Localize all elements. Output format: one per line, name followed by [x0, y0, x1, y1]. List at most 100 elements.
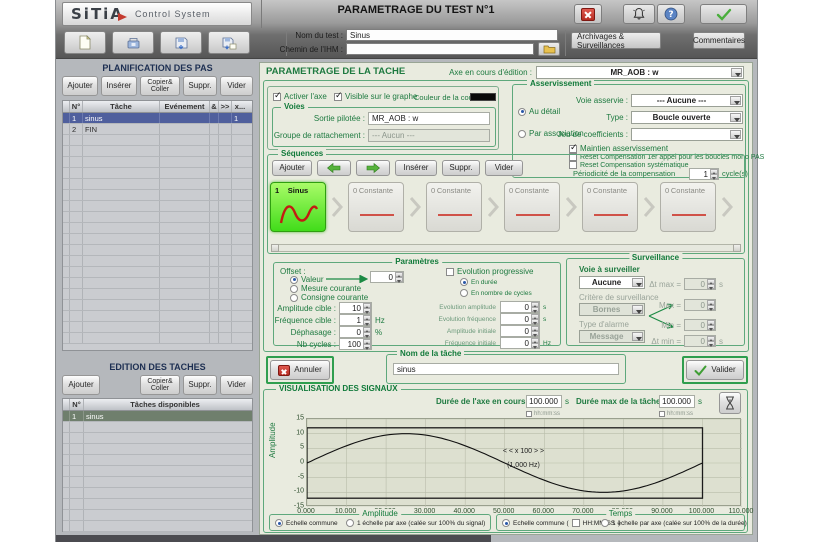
archivages-button[interactable]: Archivages & Surveillances [571, 32, 661, 49]
edition-ajouter-button[interactable]: Ajouter [62, 375, 100, 395]
table-row[interactable] [63, 223, 252, 234]
col-header-next[interactable]: >> [219, 101, 232, 112]
frequence-initiale-spinner[interactable]: 0 [500, 337, 540, 349]
en-nombre-cycles-radio[interactable] [460, 289, 468, 297]
sequence-card-constante[interactable]: 0 Constante [582, 182, 638, 232]
seq-suppr-button[interactable]: Suppr. [442, 160, 480, 176]
browse-ihm-button[interactable] [538, 42, 560, 56]
table-row[interactable]: 1 sinus [63, 411, 252, 422]
curve-color-swatch[interactable] [470, 93, 496, 101]
chevron-down-icon[interactable] [730, 96, 741, 105]
col-header-n[interactable]: N° [70, 101, 83, 112]
table-row[interactable] [63, 422, 252, 433]
voie-surveiller-dropdown[interactable]: Aucune [579, 276, 645, 289]
sequence-card-constante[interactable]: 0 Constante [504, 182, 560, 232]
dephasage-spinner[interactable]: 0 [339, 326, 372, 338]
amp-echelle-par-axe-radio[interactable] [346, 519, 354, 527]
dt-max-spinner[interactable]: 0 [684, 278, 716, 290]
hhmmss-checkbox[interactable] [659, 411, 665, 417]
seq-move-right-button[interactable] [356, 160, 390, 176]
sequence-card-constante[interactable]: 0 Constante [660, 182, 716, 232]
nom-du-test-input[interactable] [346, 29, 558, 41]
offset-valeur-radio[interactable] [290, 276, 298, 284]
temps-echelle-par-axe-radio[interactable] [601, 519, 609, 527]
validate-test-button[interactable] [700, 4, 747, 24]
offset-spinner[interactable]: 0 [370, 271, 404, 283]
table-row[interactable] [63, 488, 252, 499]
table-row[interactable]: 2 FIN [63, 124, 252, 135]
sequence-scrollbar[interactable] [271, 244, 741, 252]
dt-min-spinner[interactable]: 0 [684, 335, 716, 347]
chemin-ihm-input[interactable] [346, 43, 534, 55]
new-test-button[interactable] [64, 31, 106, 54]
offset-mesure-radio[interactable] [290, 285, 298, 293]
col-header-evenement[interactable]: Evénement [160, 101, 210, 112]
table-row[interactable] [63, 300, 252, 311]
planif-vider-button[interactable]: Vider [220, 76, 253, 96]
seq-vider-button[interactable]: Vider [485, 160, 523, 176]
table-row[interactable]: 1 sinus 1 [63, 113, 252, 124]
table-row[interactable] [63, 135, 252, 146]
seq-inserer-button[interactable]: Insérer [395, 160, 437, 176]
jeu-coefficients-dropdown[interactable] [631, 128, 743, 141]
hhmmss-checkbox[interactable] [526, 411, 532, 417]
chevron-down-icon[interactable] [632, 305, 643, 314]
table-row[interactable] [63, 455, 252, 466]
table-row[interactable] [63, 444, 252, 455]
min-spinner[interactable]: 0 [684, 319, 716, 331]
duree-max-field[interactable]: 100.000 [659, 395, 695, 408]
table-row[interactable] [63, 168, 252, 179]
critere-dropdown[interactable]: Bornes [579, 303, 645, 316]
evolution-frequence-spinner[interactable]: 0 [500, 313, 540, 325]
max-spinner[interactable]: 0 [684, 299, 716, 311]
visible-graphe-checkbox[interactable] [334, 93, 342, 101]
par-association-radio[interactable] [518, 130, 526, 138]
table-row[interactable] [63, 256, 252, 267]
amplitude-initiale-spinner[interactable]: 0 [500, 325, 540, 337]
sequence-card-constante[interactable]: 0 Constante [426, 182, 482, 232]
chevron-down-icon[interactable] [731, 68, 742, 77]
sequence-card-sinus[interactable]: 1 Sinus [270, 182, 326, 232]
col-header-x[interactable]: x... [232, 101, 248, 112]
table-row[interactable] [63, 157, 252, 168]
col-header-n[interactable]: N° [70, 399, 84, 410]
table-row[interactable] [63, 433, 252, 444]
table-row[interactable] [63, 245, 252, 256]
planif-copier-coller-button[interactable]: Copier& Coller [140, 76, 180, 96]
valider-button[interactable]: Valider [686, 360, 744, 380]
amp-echelle-commune-radio[interactable] [275, 519, 283, 527]
maintien-checkbox[interactable] [569, 145, 577, 153]
spin-down-icon[interactable] [395, 277, 403, 282]
sequence-card-constante[interactable]: 0 Constante [348, 182, 404, 232]
table-row[interactable] [63, 212, 252, 223]
commentaires-button[interactable]: Commentaires [693, 32, 745, 49]
planif-ajouter-button[interactable]: Ajouter [62, 76, 98, 96]
chevron-down-icon[interactable] [730, 130, 741, 139]
table-row[interactable] [63, 521, 252, 532]
help-button[interactable]: ? [657, 4, 685, 24]
nb-cycles-spinner[interactable]: 100 [339, 338, 372, 350]
col-header-tache[interactable]: Tâche [83, 101, 160, 112]
planif-suppr-button[interactable]: Suppr. [183, 76, 217, 96]
save-as-button[interactable] [208, 31, 250, 54]
chevron-down-icon[interactable] [632, 278, 643, 287]
table-row[interactable] [63, 278, 252, 289]
en-duree-radio[interactable] [460, 278, 468, 286]
refresh-plot-button[interactable] [719, 392, 741, 414]
chevron-down-icon[interactable] [730, 113, 741, 122]
edition-vider-button[interactable]: Vider [220, 375, 253, 395]
table-row[interactable] [63, 499, 252, 510]
type-alarme-dropdown[interactable]: Message [579, 330, 645, 343]
table-row[interactable] [63, 311, 252, 322]
evolution-progressive-checkbox[interactable] [446, 268, 454, 276]
temps-hhmmss-checkbox[interactable] [572, 519, 580, 527]
table-row[interactable] [63, 146, 252, 157]
activer-axe-checkbox[interactable] [273, 93, 281, 101]
evolution-amplitude-spinner[interactable]: 0 [500, 301, 540, 313]
table-row[interactable] [63, 267, 252, 278]
nom-tache-input[interactable] [393, 363, 619, 375]
annuler-button[interactable]: Annuler [270, 360, 330, 380]
table-row[interactable] [63, 510, 252, 521]
table-row[interactable] [63, 201, 252, 212]
save-button[interactable] [160, 31, 202, 54]
